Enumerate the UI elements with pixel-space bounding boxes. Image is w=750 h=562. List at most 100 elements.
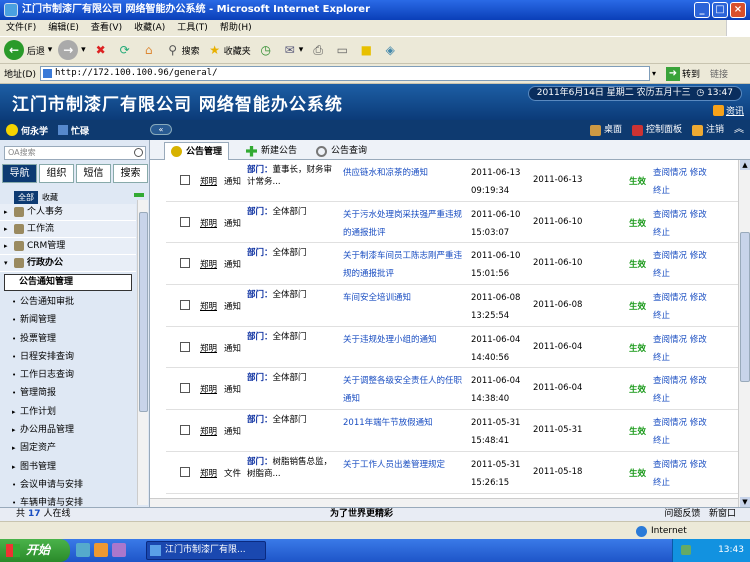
nav-item-assets[interactable]: ▸ 固定资产 [0,439,136,457]
menu-file[interactable]: 文件(F) [0,20,42,36]
row-actions[interactable]: 查阅情况 修改 终止 [653,331,715,367]
links-button[interactable]: 链接 [710,67,728,80]
logout-button[interactable]: 注销 [691,120,724,140]
start-button[interactable]: 开始 [0,539,70,562]
maximize-button[interactable]: □ [712,2,728,18]
row-actions[interactable]: 查阅情况 修改 终止 [653,247,715,283]
nav-item-vote[interactable]: • 投票管理 [0,330,136,348]
menu-help[interactable]: 帮助(H) [214,20,258,36]
edit-button[interactable]: ▭ [333,41,351,59]
nav-group-workflow[interactable]: ▸ 工作流 [0,221,136,238]
menu-view[interactable]: 查看(V) [85,20,128,36]
notice-subject-link[interactable]: 关于污水处理岗采扶强严重违规的通报批评 [343,206,465,242]
nav-item-workplan[interactable]: ▸ 工作计划 [0,403,136,421]
row-actions[interactable]: 查阅情况 修改 终止 [653,414,715,450]
notice-subject-link[interactable]: 关于制漆车间员工陈志刚严重违规的通报批评 [343,247,465,283]
desktop-button[interactable]: 桌面 [589,120,622,140]
address-input[interactable]: http://172.100.100.96/general/ [39,66,650,81]
tab-org[interactable]: 组织 [39,164,74,183]
home-button[interactable]: ⌂ [140,41,158,59]
sender-link[interactable]: 郑明 [200,175,217,187]
desktop-quicklaunch-icon[interactable] [94,543,108,557]
collapse-header-button[interactable]: ︽ [734,120,744,140]
new-window-link[interactable]: 新窗口 [709,509,736,519]
menu-favorites[interactable]: 收藏(A) [128,20,171,36]
sender-link[interactable]: 郑明 [200,425,217,437]
main-scroll-thumb[interactable] [740,232,750,382]
nav-item-news[interactable]: • 新闻管理 [0,311,136,329]
sender-link[interactable]: 郑明 [200,342,217,354]
main-scrollbar[interactable]: ▲ ▼ [738,160,750,507]
nav-group-admin[interactable]: ▾ 行政办公 [0,255,136,272]
nav-item-notice-management[interactable]: 公告通知管理 [4,274,132,291]
discuss-button[interactable]: ■ [357,41,375,59]
go-button[interactable]: ➜ 转到 [665,66,700,81]
nav-group-crm[interactable]: ▸ CRM管理 [0,238,136,255]
nav-item-supplies[interactable]: ▸ 办公用品管理 [0,421,136,439]
taskbar-ie-window[interactable]: 江门市制漆厂有限... [146,541,266,560]
sender-link[interactable]: 郑明 [200,467,217,479]
nav-group-personal[interactable]: ▸ 个人事务 [0,204,136,221]
row-checkbox[interactable] [180,341,190,352]
minimize-button[interactable]: _ [694,2,710,18]
print-button[interactable]: ⎙ [309,41,327,59]
notice-subject-link[interactable]: 关于违规处理小组的通知 [343,331,465,349]
subtab-favorites[interactable]: 收藏 [38,191,62,204]
tab-sms[interactable]: 短信 [76,164,111,183]
subtab-all[interactable]: 全部 [14,191,38,204]
row-checkbox[interactable] [180,425,190,436]
mail-button[interactable]: ✉ ▾ [281,41,304,59]
nav-item-worklog[interactable]: • 工作日志查询 [0,366,136,384]
nav-item-schedule[interactable]: • 日程安排查询 [0,348,136,366]
row-checkbox[interactable] [180,175,190,185]
online-count[interactable]: 共 17 人在线 [16,508,71,521]
notice-subject-link[interactable]: 车间安全培训通知 [343,289,465,307]
feedback-link[interactable]: 问题反馈 [664,509,700,519]
address-dropdown[interactable]: ▾ [652,69,656,78]
menu-edit[interactable]: 编辑(E) [42,20,85,36]
info-link[interactable]: 资讯 [712,104,744,117]
menu-tools[interactable]: 工具(T) [171,20,214,36]
forward-button[interactable]: → ▾ [58,40,86,60]
history-button[interactable]: ◷ [257,41,275,59]
row-actions[interactable]: 查阅情况 修改 终止 [653,456,715,492]
row-checkbox[interactable] [180,258,190,269]
scroll-down-icon[interactable]: ▼ [740,497,750,507]
ie-quicklaunch-icon[interactable] [76,543,90,557]
tab-search[interactable]: 搜索 [113,164,148,183]
sender-link[interactable]: 郑明 [200,300,217,312]
row-actions[interactable]: 查阅情况 修改 终止 [653,206,715,242]
tab-new-notice[interactable]: 新建公告 [240,142,303,160]
sidebar-scrollbar[interactable] [137,200,148,505]
row-actions[interactable]: 查阅情况 修改 终止 [653,289,715,325]
sender-link[interactable]: 郑明 [200,217,217,229]
media-quicklaunch-icon[interactable] [112,543,126,557]
sender-link[interactable]: 郑明 [200,258,217,270]
row-checkbox[interactable] [180,383,190,394]
user-status[interactable]: 忙碌 [58,124,89,137]
tray-network-icon[interactable] [681,545,691,555]
messenger-button[interactable]: ◈ [381,41,399,59]
row-checkbox[interactable] [180,466,190,477]
collapse-sidebar-button[interactable]: « [150,124,172,135]
notice-subject-link[interactable]: 关于调整各级安全责任人的任职通知 [343,372,465,408]
search-button[interactable]: ⚲ 搜索 [164,41,199,59]
row-actions[interactable]: 查阅情况 修改 终止 [653,372,715,408]
notice-subject-link[interactable]: 2011年端午节放假通知 [343,414,465,432]
notice-subject-link[interactable]: 供应链水和凉茶的通知 [343,164,465,182]
stop-button[interactable]: ✖ [92,41,110,59]
row-actions[interactable]: 查阅情况 修改 终止 [653,164,715,200]
tab-notice-management[interactable]: 公告管理 [164,142,230,160]
scroll-up-icon[interactable]: ▲ [740,160,750,170]
close-button[interactable]: × [730,2,746,18]
nav-item-briefing[interactable]: • 管理简报 [0,384,136,402]
favorites-button[interactable]: ★ 收藏夹 [206,41,250,59]
oa-search-input[interactable]: OA搜索 [4,146,146,160]
nav-item-library[interactable]: ▸ 图书管理 [0,458,136,476]
refresh-button[interactable]: ⟳ [116,41,134,59]
row-checkbox[interactable] [180,300,190,311]
back-button[interactable]: ← 后退 ▾ [4,40,52,60]
tab-notice-query[interactable]: 公告查询 [310,142,373,160]
notice-subject-link[interactable]: 关于工作人员出差管理规定 [343,456,465,474]
nav-item-meeting[interactable]: • 会议申请与安排 [0,476,136,494]
